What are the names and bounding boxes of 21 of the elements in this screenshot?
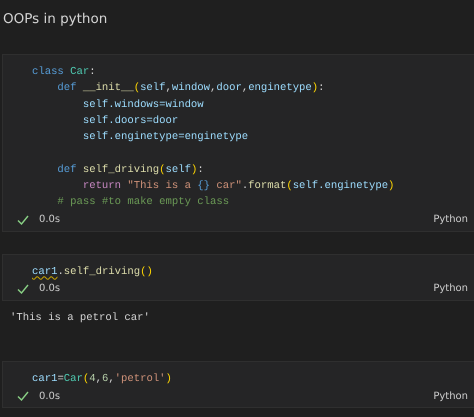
code-line: # pass #to make empty class	[56, 196, 230, 208]
language-label[interactable]: Python	[433, 283, 468, 294]
code-line: car1.self_driving()	[32, 266, 153, 278]
execution-time: 0.0s	[39, 390, 60, 402]
code-cell[interactable]: car1=Car(4,6,'petrol') 0.0s Python	[2, 360, 474, 408]
execution-time: 0.0s	[39, 214, 60, 226]
language-label[interactable]: Python	[433, 390, 468, 402]
code-line: return "This is a {} car".format(self.enginetype)	[82, 180, 394, 192]
code-line: self.doors=door	[82, 114, 178, 127]
markdown-heading: OOPs in python	[2, 10, 108, 29]
code-line: def __init__(self,window,door,enginetype):	[56, 82, 324, 94]
code-cell[interactable]: car1.self_driving() 0.0s Python	[2, 254, 474, 301]
code-line: class Car:	[32, 66, 96, 78]
code-line: self.windows=window	[82, 98, 204, 111]
cell-output: 'This is a petrol car'	[9, 310, 151, 326]
code-line: def self_driving(self):	[56, 164, 204, 176]
code-line: car1=Car(4,6,'petrol')	[32, 372, 172, 385]
language-label[interactable]: Python	[433, 214, 468, 226]
execution-time: 0.0s	[39, 283, 60, 294]
code-cell[interactable]	[2, 54, 474, 232]
code-line: self.enginetype=enginetype	[82, 131, 248, 144]
